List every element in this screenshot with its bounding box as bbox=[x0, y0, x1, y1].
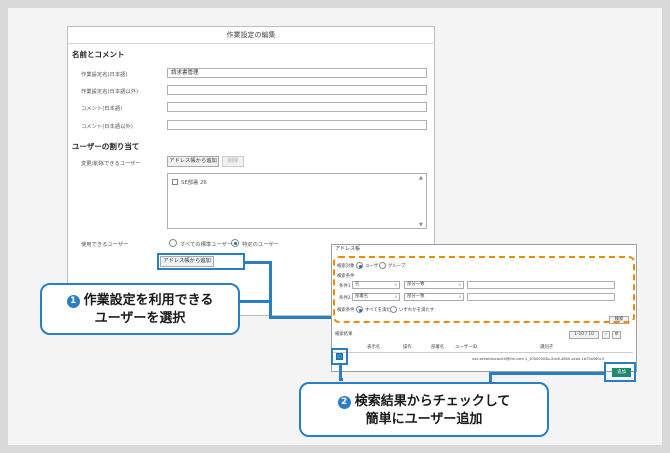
field-label-name-other: 作業設定名(日本語以外) bbox=[81, 89, 139, 95]
field-label-comment-ja: コメント(日本語) bbox=[81, 106, 123, 112]
comment-ja-input[interactable] bbox=[167, 102, 427, 112]
col-operation: 操作 bbox=[403, 345, 412, 350]
editors-label: 変更/削除できるユーザー bbox=[81, 161, 141, 167]
specific-users-radio[interactable] bbox=[231, 239, 239, 247]
add-from-address-book-button[interactable]: アドレス帳から追加 bbox=[167, 156, 219, 167]
callout-2-number: 2 bbox=[337, 396, 351, 409]
connector-line-1b bbox=[269, 261, 272, 318]
callout-add-from-results: 2 検索結果からチェックして 簡単にユーザー追加 bbox=[299, 382, 549, 437]
pager-next-icon[interactable]: › bbox=[602, 331, 610, 339]
scroll-up-icon[interactable]: ▲ bbox=[419, 175, 423, 181]
search-conditions-highlight bbox=[333, 256, 635, 323]
col-display-name: 表示名 bbox=[367, 345, 381, 350]
callout-2-line2: 簡単にユーザー追加 bbox=[365, 412, 483, 427]
highlight-add-button bbox=[157, 253, 245, 270]
connector-line-2b bbox=[339, 378, 343, 381]
user-checkbox[interactable] bbox=[172, 179, 178, 185]
name-ja-input[interactable]: 請求書管理 bbox=[167, 68, 427, 78]
highlight-add-selected bbox=[604, 362, 636, 382]
col-user-id: ユーザーID bbox=[455, 345, 478, 350]
callout-1-number: 1 bbox=[66, 295, 80, 308]
col-department: 部署名 bbox=[431, 345, 445, 350]
col-identifier: 識別子 bbox=[540, 345, 554, 350]
all-users-radio[interactable] bbox=[169, 239, 177, 247]
connector-line-1c bbox=[269, 316, 331, 319]
dialog-title: 作業設定の編集 bbox=[68, 27, 434, 44]
scroll-down-icon[interactable]: ▼ bbox=[419, 222, 423, 228]
callout-1-line2: ユーザーを選択 bbox=[94, 311, 186, 326]
connector-line-2d bbox=[489, 372, 605, 375]
address-book-title: アドレス帳 bbox=[335, 246, 361, 252]
callout-2-line1: 検索結果からチェックして bbox=[354, 394, 511, 409]
section-user-assignment: ユーザーの割り当て bbox=[72, 142, 140, 151]
section-name-comment: 名前とコメント bbox=[72, 50, 125, 59]
result-row-text: xxx-sehaildocon04@lfm.com 1_10000004b-2c… bbox=[472, 357, 604, 361]
field-label-name-ja: 作業設定名(日本語) bbox=[81, 72, 128, 78]
pager-settings-icon[interactable]: ⚙ bbox=[612, 331, 621, 339]
name-other-input[interactable] bbox=[167, 85, 427, 95]
pager[interactable]: 1-10 / 10 bbox=[569, 331, 599, 339]
all-users-radio-label: すべての標準ユーザー bbox=[180, 242, 233, 248]
connector-line-1a bbox=[245, 261, 271, 264]
delete-button[interactable]: 削除 bbox=[222, 156, 244, 167]
available-users-label: 使用できるユーザー bbox=[81, 242, 129, 248]
field-label-comment-other: コメント(日本語以外) bbox=[81, 124, 133, 130]
specific-users-radio-label: 特定のユーザー bbox=[242, 242, 279, 248]
connector-line-1d bbox=[238, 300, 271, 303]
comment-other-input[interactable] bbox=[167, 120, 427, 130]
results-label: 検索結果 bbox=[335, 332, 353, 337]
highlight-row-checkbox bbox=[331, 348, 348, 365]
callout-select-users: 1 作業設定を利用できる ユーザーを選択 bbox=[40, 283, 240, 335]
selected-user-name: SE部署 26 bbox=[181, 180, 207, 186]
callout-1-line1: 作業設定を利用できる bbox=[83, 293, 214, 308]
